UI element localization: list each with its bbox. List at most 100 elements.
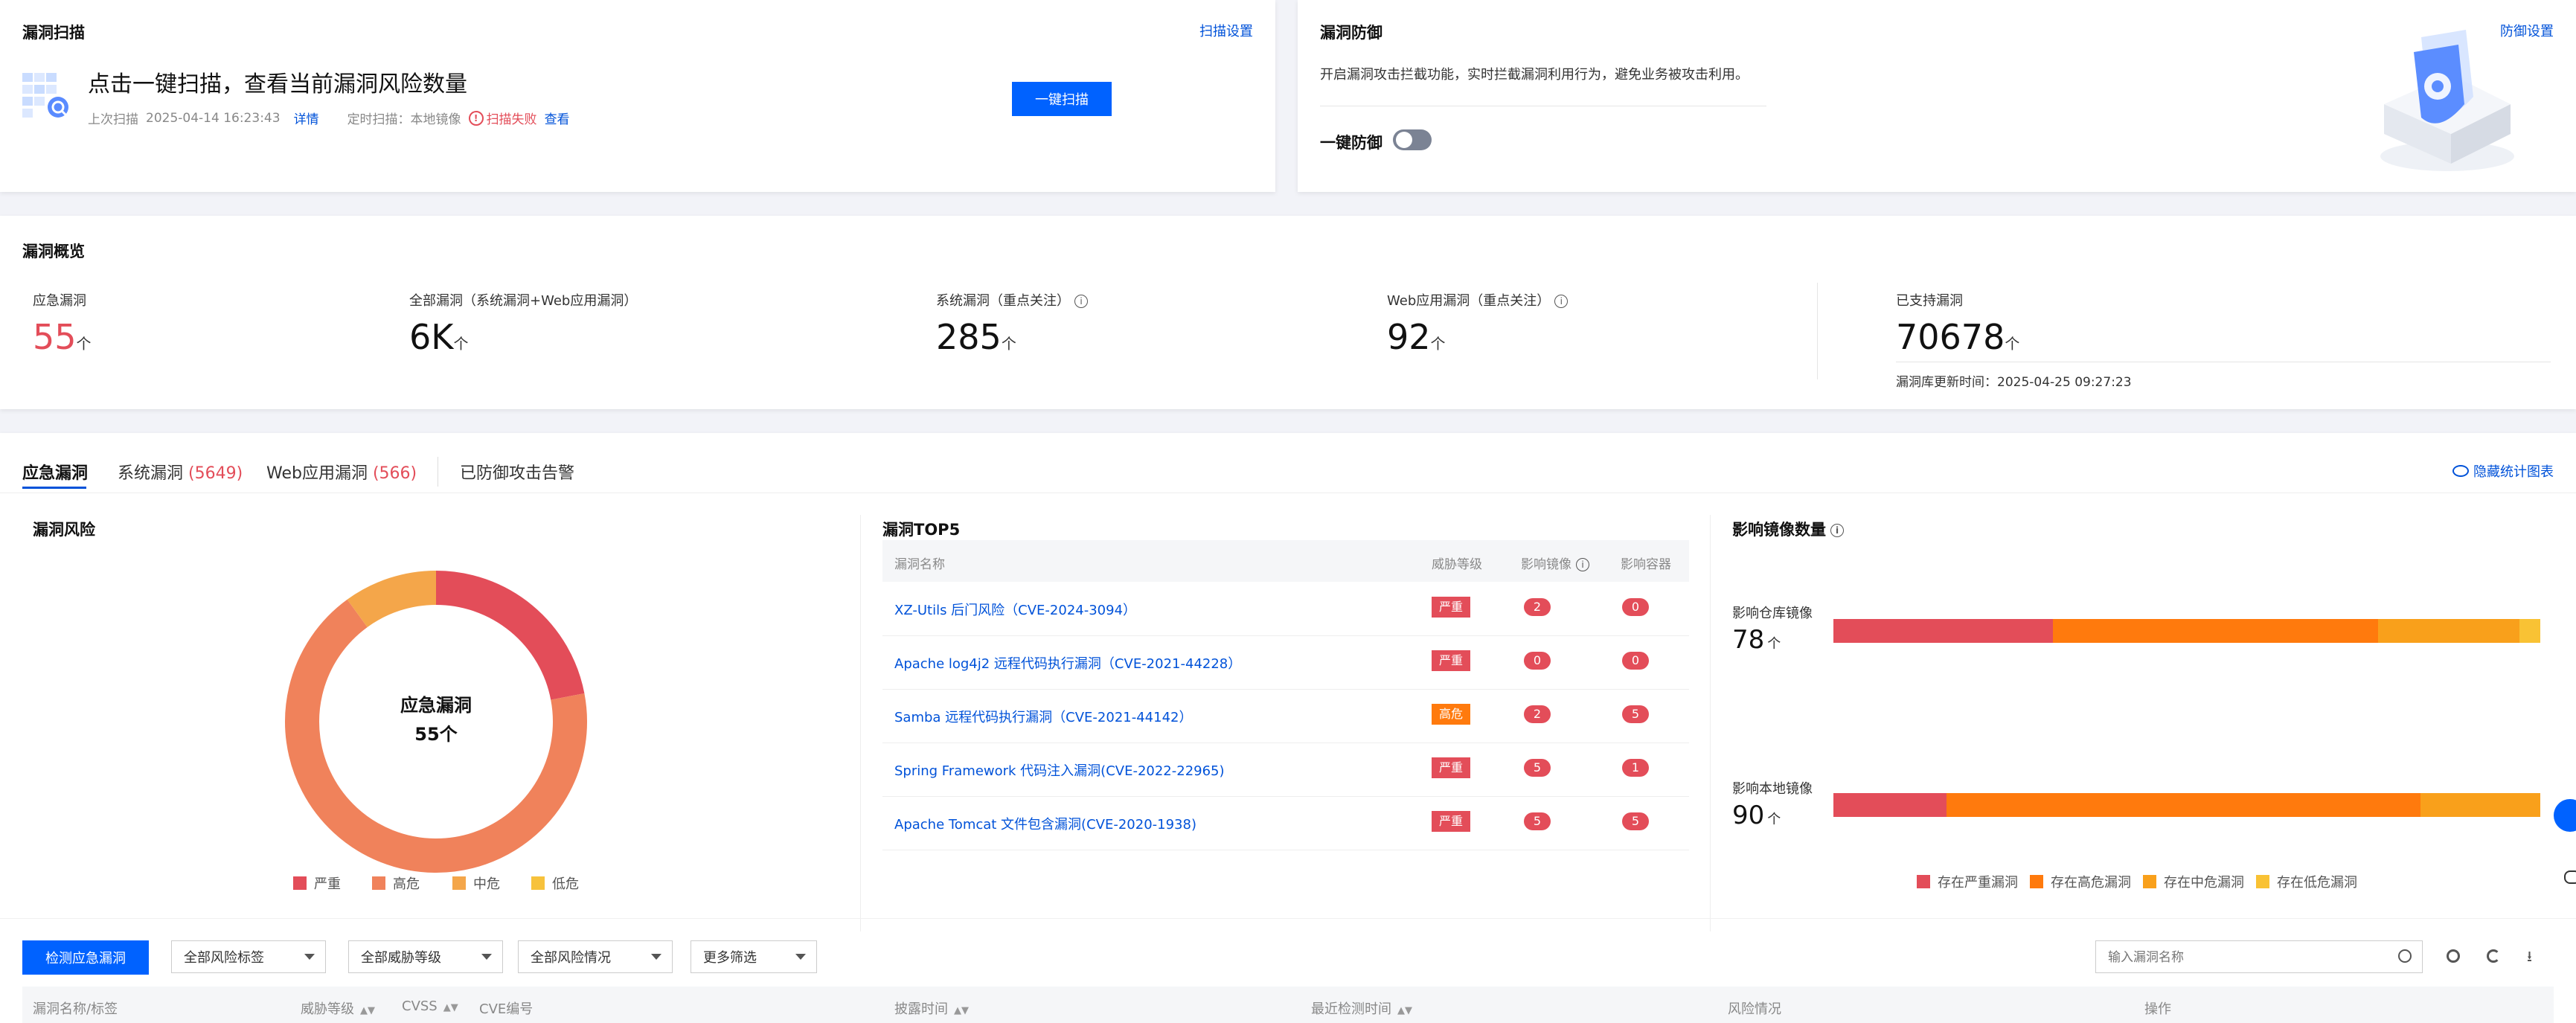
chevron-down-icon <box>481 954 492 960</box>
containers-count[interactable]: 0 <box>1622 652 1649 670</box>
impact-label: 影响仓库镜像 <box>1732 606 1813 621</box>
bar-segment-存在低危漏洞[interactable] <box>2519 619 2540 643</box>
containers-count[interactable]: 0 <box>1622 598 1649 616</box>
col-cvss[interactable]: CVSS ▲▼ <box>402 998 458 1014</box>
images-count[interactable]: 2 <box>1524 598 1551 616</box>
scan-headline: 点击一键扫描，查看当前漏洞风险数量 <box>88 71 467 97</box>
impact-legend-high[interactable]: 存在高危漏洞 <box>2030 872 2131 891</box>
level-tag: 严重 <box>1432 811 1471 832</box>
search-icon[interactable] <box>2398 949 2412 963</box>
bar-segment-存在中危漏洞[interactable] <box>2377 619 2519 643</box>
scan-meta: 上次扫描 2025-04-14 16:23:43 详情 定时扫描：本地镜像 ! … <box>88 109 570 127</box>
impact-value: 78 <box>1732 625 1765 655</box>
last-scan-time: 2025-04-14 16:23:43 <box>146 110 281 126</box>
chevron-down-icon <box>304 954 315 960</box>
one-click-scan-button[interactable]: 一键扫描 <box>1012 82 1112 116</box>
settings-gear-icon[interactable] <box>2447 949 2460 963</box>
search-input[interactable] <box>2106 947 2377 968</box>
bar-segment-存在高危漏洞[interactable] <box>2052 619 2378 643</box>
bar-segment-存在中危漏洞[interactable] <box>2420 793 2540 817</box>
containers-count[interactable]: 5 <box>1622 705 1649 723</box>
risk-legend-low[interactable]: 低危 <box>531 873 579 893</box>
donut-slice-严重[interactable] <box>435 571 585 701</box>
legend-label: 高危 <box>393 876 420 892</box>
donut-slice-中危[interactable] <box>347 571 437 628</box>
images-count[interactable]: 2 <box>1524 705 1551 723</box>
info-icon[interactable]: i <box>1576 558 1589 571</box>
detect-emergency-button[interactable]: 检测应急漏洞 <box>22 940 149 975</box>
tab-defended-alerts[interactable]: 已防御攻击告警 <box>460 460 574 484</box>
top5-table-header: 漏洞名称 威胁等级 影响镜像 i 影响容器 <box>882 540 1689 582</box>
col-disclosure-time[interactable]: 披露时间 ▲▼ <box>894 998 969 1018</box>
images-count[interactable]: 0 <box>1524 652 1551 670</box>
col-last-detect-time[interactable]: 最近检测时间 ▲▼ <box>1311 998 1412 1018</box>
vuln-name-link[interactable]: Spring Framework 代码注入漏洞(CVE-2022-22965) <box>894 760 1225 780</box>
overview-title: 漏洞概览 <box>22 243 85 260</box>
bar-segment-存在高危漏洞[interactable] <box>1947 793 2420 817</box>
impact-row-repo: 影响仓库镜像 78 个 <box>1732 603 1813 655</box>
stat-value: 285 <box>936 317 1002 357</box>
info-icon[interactable]: i <box>1554 295 1569 308</box>
stat-value: 6K <box>409 317 454 357</box>
select-value: 全部风险情况 <box>531 950 611 966</box>
containers-count[interactable]: 5 <box>1622 812 1649 830</box>
info-icon[interactable]: i <box>1830 524 1844 537</box>
bar-segment-存在严重漏洞[interactable] <box>1833 619 2053 643</box>
images-count[interactable]: 5 <box>1524 759 1551 777</box>
select-value: 全部风险标签 <box>184 950 264 966</box>
stat-emergency[interactable]: 应急漏洞 55个 <box>33 290 92 357</box>
col-images: 影响镜像 i <box>1521 554 1589 572</box>
scan-detail-link[interactable]: 详情 <box>294 109 319 127</box>
vuln-name-link[interactable]: Samba 远程代码执行漏洞（CVE-2021-44142） <box>894 707 1192 726</box>
risk-legend-critical[interactable]: 严重 <box>293 873 341 893</box>
impact-legend-medium[interactable]: 存在中危漏洞 <box>2143 872 2244 891</box>
toolbar-divider <box>0 918 2576 919</box>
vuln-name-link[interactable]: Apache Tomcat 文件包含漏洞(CVE-2020-1938) <box>894 814 1196 833</box>
donut-center: 应急漏洞 55个 <box>272 690 600 745</box>
select-value: 全部威胁等级 <box>361 950 441 966</box>
stat-unit: 个 <box>1430 335 1446 353</box>
impact-legend-critical[interactable]: 存在严重漏洞 <box>1917 872 2018 891</box>
section-divider <box>1710 515 1711 931</box>
impact-legend-low[interactable]: 存在低危漏洞 <box>2256 872 2357 891</box>
defense-toggle[interactable] <box>1393 129 1432 150</box>
stat-label: 系统漏洞（重点关注） <box>936 293 1070 309</box>
donut-center-value: 55个 <box>414 724 458 745</box>
tab-web[interactable]: Web应用漏洞 (566) <box>266 460 417 484</box>
donut-center-title: 应急漏洞 <box>400 695 472 716</box>
stat-unit: 个 <box>76 335 92 353</box>
download-icon[interactable]: ⭳ <box>2527 949 2532 963</box>
scan-view-link[interactable]: 查看 <box>545 109 570 127</box>
more-filters[interactable]: 更多筛选 <box>691 940 817 973</box>
containers-count[interactable]: 1 <box>1622 759 1649 777</box>
impact-value: 90 <box>1732 801 1765 830</box>
vuln-name-link[interactable]: Apache log4j2 远程代码执行漏洞（CVE-2021-44228） <box>894 653 1241 673</box>
stat-system[interactable]: 系统漏洞（重点关注） i 285个 <box>936 290 1088 357</box>
col-threat-level[interactable]: 威胁等级 ▲▼ <box>301 998 375 1018</box>
refresh-icon[interactable] <box>2487 949 2500 963</box>
risk-status-filter[interactable]: 全部风险情况 <box>518 940 673 973</box>
tab-count: (566) <box>372 464 417 483</box>
info-icon[interactable]: i <box>1074 295 1088 308</box>
vuln-name-link[interactable]: XZ-Utils 后门风险（CVE-2024-3094） <box>894 600 1136 619</box>
cloud-icon[interactable] <box>2564 870 2576 884</box>
tab-label: Web应用漏洞 <box>266 464 368 483</box>
bar-segment-存在严重漏洞[interactable] <box>1833 793 1947 817</box>
col-level: 威胁等级 <box>1432 557 1482 572</box>
stat-all[interactable]: 全部漏洞（系统漏洞+Web应用漏洞） 6K个 <box>409 290 637 357</box>
headset-icon[interactable] <box>2554 799 2576 832</box>
threat-level-filter[interactable]: 全部威胁等级 <box>348 940 503 973</box>
images-count[interactable]: 5 <box>1524 812 1551 830</box>
legend-label: 存在严重漏洞 <box>1938 875 2018 891</box>
impact-unit: 个 <box>1767 636 1781 652</box>
risk-title: 漏洞风险 <box>33 521 95 539</box>
risk-legend-medium[interactable]: 中危 <box>452 873 500 893</box>
tab-system[interactable]: 系统漏洞 (5649) <box>118 460 243 484</box>
risk-legend-high[interactable]: 高危 <box>372 873 420 893</box>
stat-web[interactable]: Web应用漏洞（重点关注） i 92个 <box>1387 290 1569 357</box>
risk-tag-filter[interactable]: 全部风险标签 <box>171 940 326 973</box>
hide-charts-link[interactable]: 隐藏统计图表 <box>2452 461 2554 481</box>
sort-icon: ▲▼ <box>443 1002 458 1013</box>
tab-emergency[interactable]: 应急漏洞 <box>22 460 88 484</box>
scan-settings-link[interactable]: 扫描设置 <box>1199 21 1253 40</box>
